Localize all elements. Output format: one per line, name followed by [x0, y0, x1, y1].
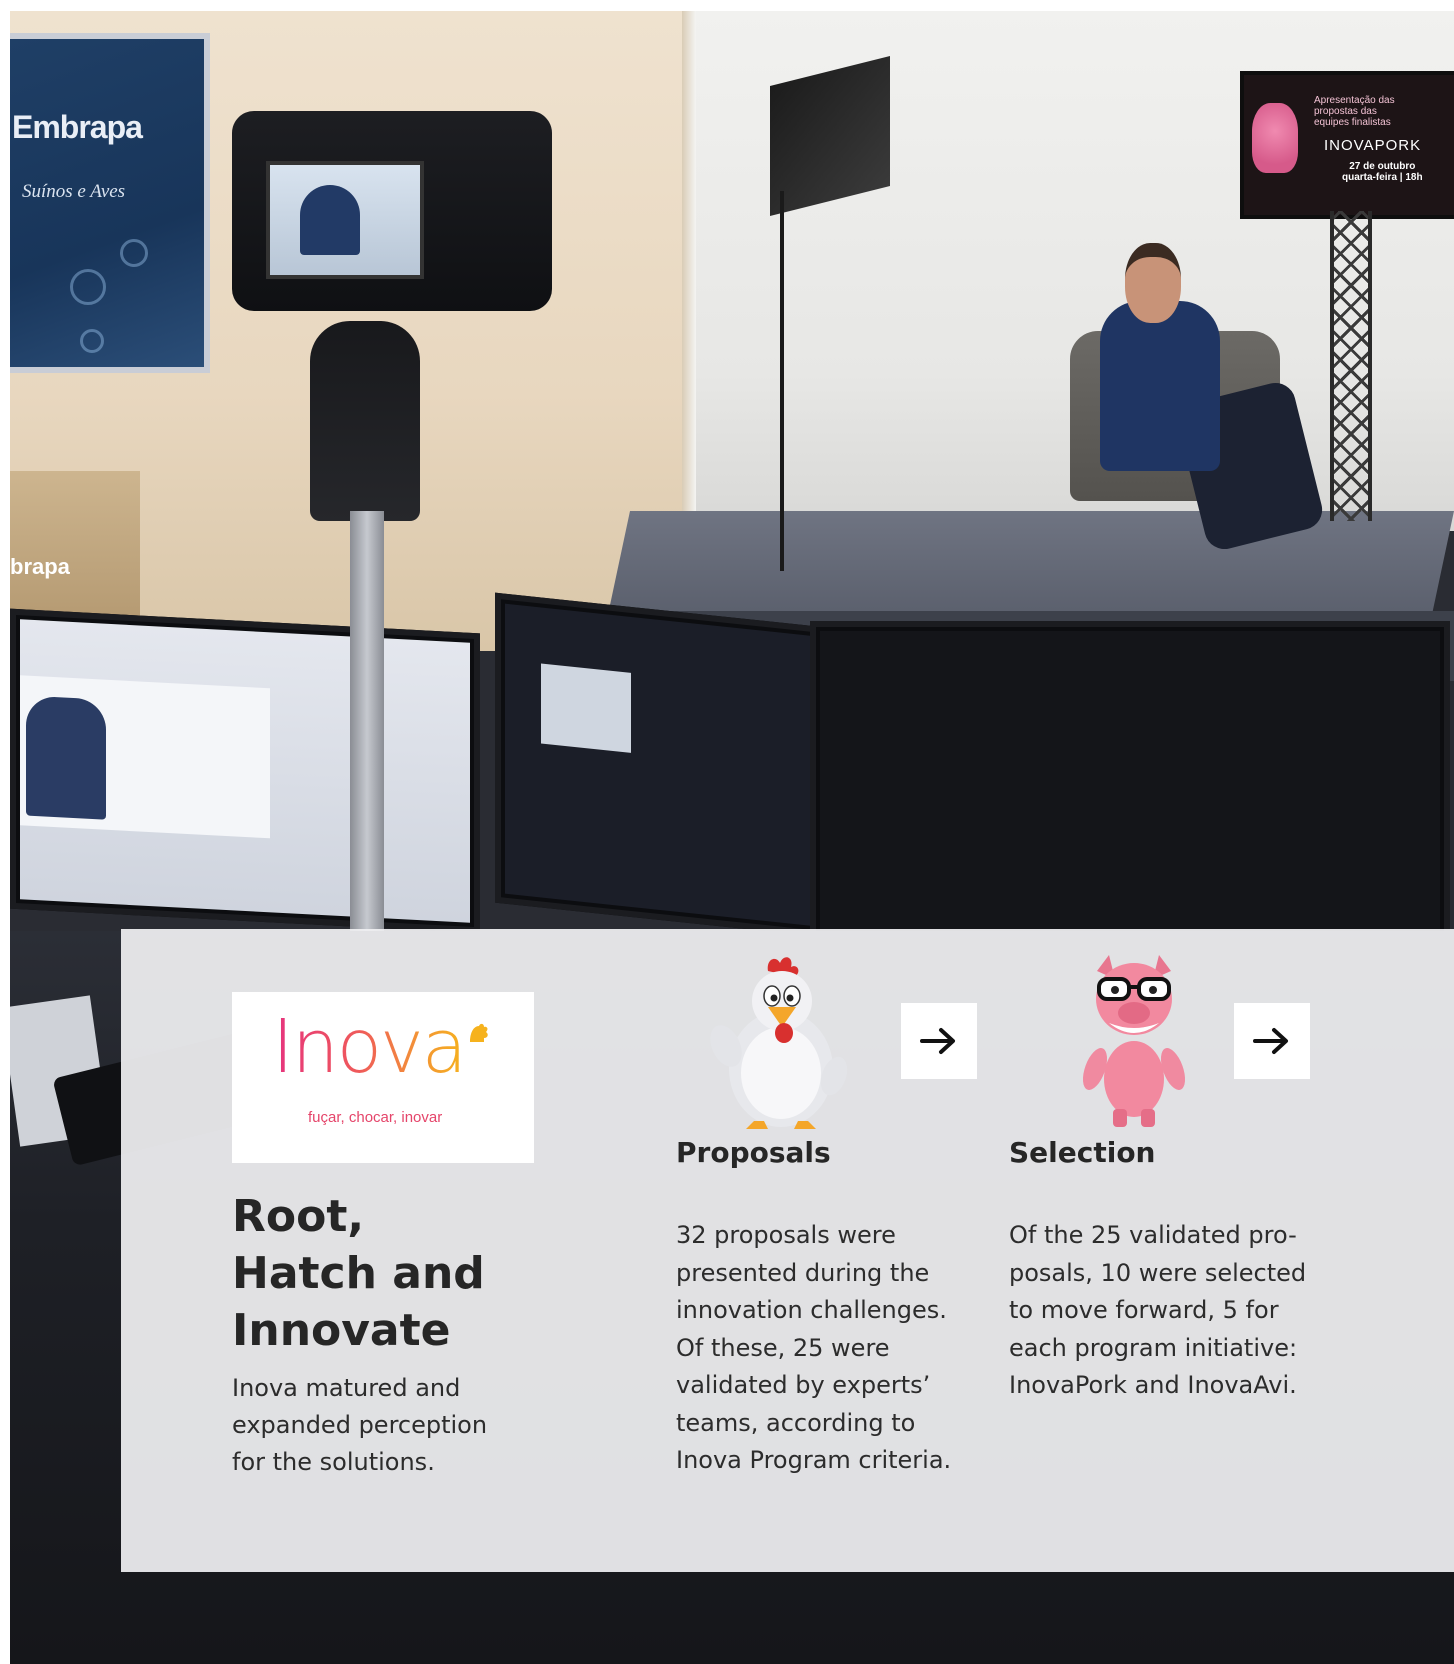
screen-text: equipes finalistas: [1314, 117, 1391, 128]
screen-text: Apresentação das: [1314, 95, 1395, 106]
embrapa-logo-text: Embrapa: [12, 109, 143, 145]
step-title: Proposals: [676, 1136, 831, 1169]
embrapa-board: [10, 33, 210, 373]
section-lead: Inova matured and expanded perception fo…: [232, 1374, 488, 1476]
speaker-head: [1125, 243, 1181, 323]
step-title: Selection: [1009, 1136, 1156, 1169]
screen-brand: INOVAPORK: [1324, 137, 1422, 154]
monitor-left: [10, 608, 480, 934]
rooster-comb-icon: [470, 1023, 488, 1042]
info-panel: Inova fuçar, chocar, inovar Root, Hatch …: [121, 929, 1454, 1572]
inova-logo: Inova fuçar, chocar, inovar: [232, 992, 534, 1163]
step-description: Of the 25 validated pro-posals, 10 were …: [1009, 1221, 1307, 1399]
logo-wordmark: Inova: [272, 1004, 467, 1090]
logo-tagline: fuçar, chocar, inovar: [308, 1109, 443, 1126]
podium-text: brapa: [10, 554, 70, 579]
board-decoration: [70, 269, 106, 305]
tripod-pole: [350, 511, 384, 931]
embrapa-subtitle: Suínos e Aves: [22, 181, 126, 202]
screen-date-line: 27 de outubro: [1349, 161, 1416, 172]
chicken-mascot-icon: [710, 957, 848, 1129]
speaker: [1100, 301, 1220, 471]
event-screen: Apresentação das propostas das equipes f…: [1240, 71, 1454, 219]
pig-mascot-icon: [1082, 955, 1186, 1127]
light-stand: [780, 191, 784, 571]
arrow-right-icon: [920, 1028, 955, 1054]
section-heading: Root, Hatch and Innovate: [232, 1191, 485, 1356]
next-arrow-button[interactable]: [1234, 1003, 1310, 1079]
tripod-head: [310, 321, 420, 521]
arrow-right-icon: [1253, 1028, 1288, 1054]
screen-text: propostas das: [1314, 106, 1377, 117]
screen-date: 27 de outubro quarta-feira | 18h: [1342, 161, 1423, 183]
screen-date-line: quarta-feira | 18h: [1342, 172, 1423, 183]
step-description: 32 proposals were presented during the i…: [676, 1221, 952, 1474]
board-decoration: [120, 239, 148, 267]
truss-stand: [1330, 211, 1372, 521]
podium: [10, 471, 140, 621]
next-arrow-button[interactable]: [901, 1003, 977, 1079]
pig-icon: [1252, 103, 1298, 173]
monitor-right: [810, 621, 1450, 941]
wall-corner: [682, 11, 696, 531]
camera-screen: [266, 161, 424, 279]
board-decoration: [80, 329, 104, 353]
